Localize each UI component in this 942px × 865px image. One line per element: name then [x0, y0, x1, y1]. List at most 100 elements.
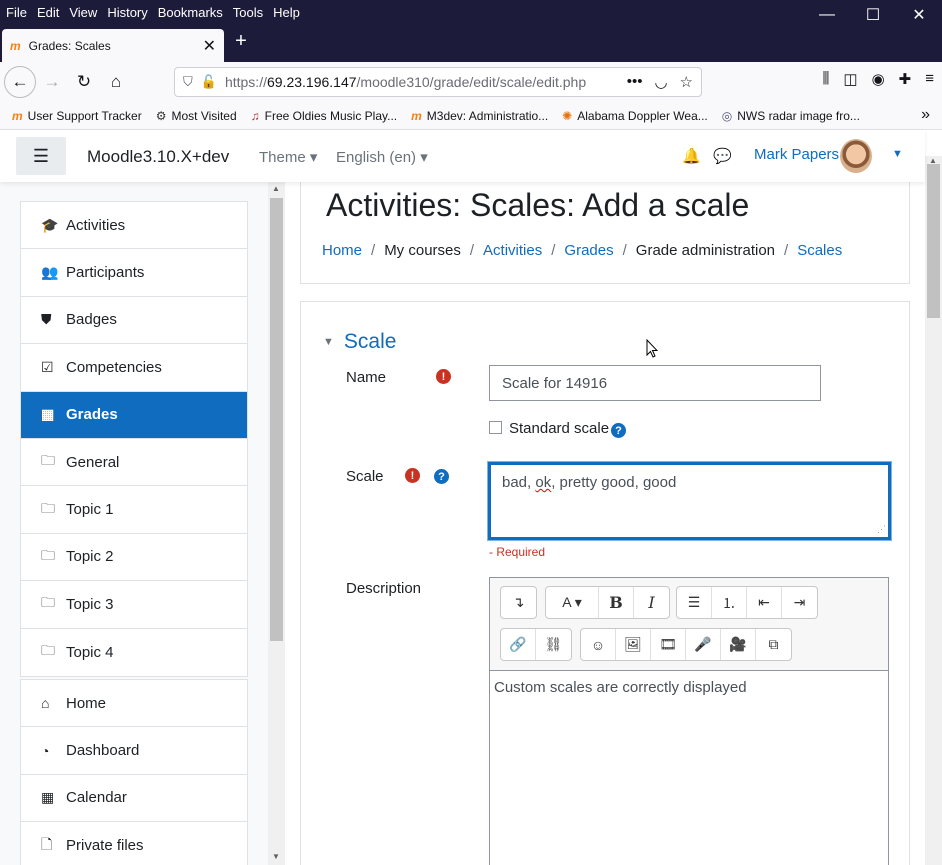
help-icon[interactable]: ?: [434, 469, 449, 484]
menu-edit[interactable]: Edit: [32, 5, 64, 20]
menu-view[interactable]: View: [64, 5, 102, 20]
bookmark-item[interactable]: m User Support Tracker: [12, 109, 142, 123]
media-icon[interactable]: 🎞: [651, 629, 686, 660]
pocket-icon[interactable]: ◡: [654, 73, 667, 91]
bookmark-item[interactable]: m M3dev: Administratio...: [411, 109, 548, 123]
ordered-list-icon[interactable]: ⒈: [712, 587, 747, 618]
home-icon[interactable]: ⌂: [100, 66, 132, 98]
breadcrumb-scales[interactable]: Scales: [797, 242, 842, 259]
collapse-triangle-icon[interactable]: ▼: [323, 336, 334, 348]
video-camera-icon[interactable]: 🎥: [721, 629, 756, 660]
unordered-list-icon[interactable]: ☰: [677, 587, 712, 618]
sidebar-icon[interactable]: ◫: [843, 70, 857, 88]
menu-tools[interactable]: Tools: [228, 5, 268, 20]
menu-file[interactable]: File: [0, 5, 32, 20]
drawer-item-grades[interactable]: ▦ Grades: [21, 391, 247, 439]
editor-toolbar: ↴ A ▾ B I ☰ ⒈ ⇤ ⇥ 🔗 ⛓ ☺ 🖼 🎞 🎤 🎥 ⧉: [490, 578, 888, 671]
section-header[interactable]: ▼ Scale: [323, 330, 396, 354]
bookmark-item[interactable]: ✺ Alabama Doppler Wea...: [562, 109, 708, 123]
url-bar[interactable]: ⛉ 🔓 https://69.23.196.147/moodle310/grad…: [174, 67, 702, 97]
drawer-item-private-files[interactable]: 🗋 Private files: [21, 822, 247, 865]
back-icon[interactable]: ←: [4, 66, 36, 98]
image-icon[interactable]: 🖼: [616, 629, 651, 660]
forward-icon[interactable]: →: [36, 66, 68, 98]
app-menu-icon[interactable]: ≡: [925, 70, 934, 88]
section-title[interactable]: Scale: [344, 330, 397, 354]
breadcrumb-activities[interactable]: Activities: [483, 242, 542, 259]
avatar[interactable]: [840, 139, 872, 173]
site-nav-group: ⌂ Home ◔ Dashboard ▦ Calendar 🗋 Private file…: [20, 679, 248, 865]
drawer-scrollbar[interactable]: ▲ ▼: [268, 182, 285, 865]
drawer-item-activities[interactable]: 🎓 Activities: [21, 202, 247, 250]
breadcrumb-grades[interactable]: Grades: [564, 242, 613, 259]
unlink-icon[interactable]: ⛓: [536, 629, 571, 660]
lock-icon[interactable]: 🔓: [201, 74, 217, 90]
shield-icon[interactable]: ⛉: [183, 74, 193, 90]
account-icon[interactable]: ◉: [872, 70, 885, 88]
drawer-item-competencies[interactable]: ☑ Competencies: [21, 344, 247, 392]
standard-scale-label[interactable]: Standard scale: [509, 420, 609, 437]
microphone-icon[interactable]: 🎤: [686, 629, 721, 660]
menu-history[interactable]: History: [102, 5, 152, 20]
bookmark-item[interactable]: ◎ NWS radar image fro...: [722, 109, 860, 123]
scale-textarea[interactable]: bad, ok, pretty good, good ⋰: [488, 462, 891, 540]
manage-files-icon[interactable]: ⧉: [756, 629, 791, 660]
drawer-item-general[interactable]: 🗀 General: [21, 439, 247, 487]
tab-close-icon[interactable]: ✕: [203, 36, 216, 56]
new-tab-button[interactable]: +: [229, 30, 253, 53]
notifications-bell-icon[interactable]: 🔔: [682, 147, 701, 165]
name-input[interactable]: [489, 365, 821, 401]
emoji-icon[interactable]: ☺: [581, 629, 616, 660]
drawer-item-label: Calendar: [66, 789, 127, 807]
drawer-item-participants[interactable]: 👥 Participants: [21, 249, 247, 297]
library-icon[interactable]: ⫼: [822, 70, 829, 88]
resize-grip-icon[interactable]: ⋰: [877, 524, 886, 535]
outdent-icon[interactable]: ⇤: [747, 587, 782, 618]
help-icon[interactable]: ?: [611, 423, 626, 438]
reload-icon[interactable]: ↻: [68, 66, 100, 98]
url-text[interactable]: https://69.23.196.147/moodle310/grade/ed…: [225, 74, 627, 90]
bold-button[interactable]: B: [599, 587, 634, 618]
link-icon[interactable]: 🔗: [501, 629, 536, 660]
editor-content[interactable]: Custom scales are correctly displayed: [490, 671, 888, 704]
bookmark-item[interactable]: ⚙ Most Visited: [156, 109, 237, 123]
site-brand[interactable]: Moodle3.10.X+dev: [87, 147, 229, 167]
bookmarks-overflow-icon[interactable]: »: [921, 106, 930, 124]
drawer-scroll-thumb[interactable]: [270, 198, 283, 641]
drawer-item-topic-2[interactable]: 🗀 Topic 2: [21, 534, 247, 582]
page-actions-icon[interactable]: •••: [627, 73, 643, 91]
drawer-toggle-button[interactable]: ☰: [16, 137, 66, 175]
bookmark-star-icon[interactable]: ☆: [680, 73, 693, 91]
extensions-icon[interactable]: ✚: [899, 70, 912, 88]
drawer-item-calendar[interactable]: ▦ Calendar: [21, 775, 247, 823]
menu-bookmarks[interactable]: Bookmarks: [153, 5, 228, 20]
breadcrumb-home[interactable]: Home: [322, 242, 362, 259]
drawer-item-home[interactable]: ⌂ Home: [21, 680, 247, 728]
font-style-button[interactable]: A ▾: [546, 587, 599, 618]
table-icon: ▦: [41, 406, 55, 423]
user-name[interactable]: Mark Papers: [754, 146, 839, 163]
drawer-item-topic-3[interactable]: 🗀 Topic 3: [21, 581, 247, 629]
bookmark-label: NWS radar image fro...: [737, 108, 860, 123]
drawer-item-topic-4[interactable]: 🗀 Topic 4: [21, 629, 247, 676]
italic-button[interactable]: I: [634, 587, 669, 618]
browser-tab[interactable]: m Grades: Scales ✕: [2, 29, 224, 62]
drawer-item-dashboard[interactable]: ◔ Dashboard: [21, 727, 247, 775]
drawer-item-topic-1[interactable]: 🗀 Topic 1: [21, 486, 247, 534]
theme-menu[interactable]: Theme ▾: [259, 148, 317, 166]
language-menu[interactable]: English (en) ▾: [336, 148, 428, 166]
menu-help[interactable]: Help: [268, 5, 305, 20]
breadcrumb-separator: /: [784, 242, 789, 259]
scroll-up-icon[interactable]: ▲: [272, 184, 280, 193]
drawer-item-badges[interactable]: ⛊ Badges: [21, 297, 247, 345]
standard-scale-checkbox[interactable]: [489, 421, 502, 434]
scroll-down-icon[interactable]: ▼: [272, 852, 280, 861]
toolbar-group: ☺ 🖼 🎞 🎤 🎥 ⧉: [580, 628, 792, 661]
bookmark-item[interactable]: ♫ Free Oldies Music Play...: [251, 109, 397, 123]
messages-icon[interactable]: 💬: [713, 147, 732, 165]
collapse-toolbar-button[interactable]: ↴: [501, 587, 536, 618]
user-menu-caret-icon[interactable]: ▼: [892, 148, 903, 160]
page-scrollbar[interactable]: ▲: [925, 156, 942, 865]
page-scroll-thumb[interactable]: [927, 164, 940, 318]
indent-icon[interactable]: ⇥: [782, 587, 817, 618]
